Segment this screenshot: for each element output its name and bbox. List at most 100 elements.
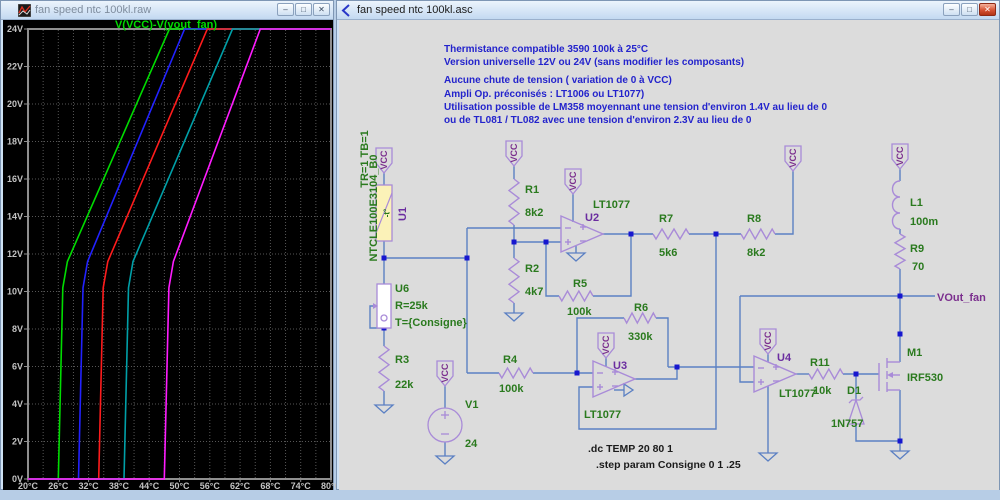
svg-text:L1: L1 (910, 197, 923, 209)
svg-text:R4: R4 (503, 354, 518, 366)
svg-text:18V: 18V (7, 137, 23, 147)
schematic-window-titlebar[interactable]: fan speed ntc 100kl.asc – □ ✕ (337, 1, 999, 20)
vcc-flag[interactable]: VCC (436, 360, 454, 388)
svg-text:T={Consigne}: T={Consigne} (395, 317, 468, 329)
pot-U6[interactable] (373, 283, 392, 329)
svg-text:2V: 2V (12, 437, 23, 447)
svg-text:8k2: 8k2 (525, 207, 543, 219)
svg-text:R=25k: R=25k (395, 300, 429, 312)
svg-text:U1: U1 (397, 207, 409, 221)
svg-text:R8: R8 (747, 213, 761, 225)
vcc-flags: VCC VCC VCC VCC VCC VCC VCC VCC (375, 140, 909, 388)
svg-text:VOut_fan: VOut_fan (937, 292, 986, 304)
svg-text:100m: 100m (910, 216, 938, 228)
schematic-window-icon (340, 3, 353, 17)
svg-text:1N757: 1N757 (831, 418, 863, 430)
vcc-flag[interactable]: VCC (505, 140, 523, 168)
svg-text:U4: U4 (777, 352, 792, 364)
svg-text:U3: U3 (613, 360, 627, 372)
svg-text:56°C: 56°C (200, 481, 221, 491)
svg-text:38°C: 38°C (109, 481, 130, 491)
svg-text:10k: 10k (813, 385, 832, 397)
schematic-wires[interactable] (369, 166, 935, 456)
svg-text:68°C: 68°C (260, 481, 281, 491)
voltage-source-V1[interactable] (427, 407, 463, 443)
svg-text:VCC: VCC (895, 146, 905, 166)
svg-text:NTCLE100E3104_B0: NTCLE100E3104_B0 (368, 154, 380, 261)
svg-text:50°C: 50°C (169, 481, 190, 491)
svg-text:44°C: 44°C (139, 481, 160, 491)
svg-text:R6: R6 (634, 302, 648, 314)
svg-text:ou de TL081 / TL082 avec une t: ou de TL081 / TL082 avec une tension d'e… (444, 115, 752, 126)
svg-text:IRF530: IRF530 (907, 372, 943, 384)
mosfet-M1[interactable] (878, 358, 900, 392)
close-button[interactable]: ✕ (979, 3, 996, 16)
minimize-button[interactable]: – (277, 3, 294, 16)
svg-text:6V: 6V (12, 362, 23, 372)
svg-text:100k: 100k (499, 383, 524, 395)
svg-text:VCC: VCC (440, 363, 450, 383)
svg-text:.dc TEMP 20 80 1: .dc TEMP 20 80 1 (588, 443, 673, 455)
svg-text:5k6: 5k6 (659, 247, 677, 259)
vcc-flag[interactable]: VCC (597, 332, 615, 360)
schematic-canvas[interactable]: VCC VCCVCCVCCVCC VCCVCCVCCTR=1 TB=1NTCLE10… (339, 20, 999, 490)
waveform-plot[interactable]: 24V22V20V18V16V14V12V10V8V6V4V2V0V20°C 26… (3, 19, 342, 491)
close-button[interactable]: ✕ (313, 3, 330, 16)
svg-text:VCC: VCC (379, 150, 389, 170)
ltspice-workspace: fan speed ntc 100kl.raw – □ ✕ 24V 22V 20V 1… (0, 0, 1000, 500)
svg-text:330k: 330k (628, 331, 653, 343)
svg-text:VCC: VCC (509, 143, 519, 163)
svg-text:20V: 20V (7, 99, 23, 109)
svg-text:R9: R9 (910, 243, 924, 255)
svg-text:Aucune chute de tension ( vari: Aucune chute de tension ( variation de 0… (444, 75, 672, 86)
svg-text:4V: 4V (12, 399, 23, 409)
svg-text:LT1077: LT1077 (584, 409, 621, 421)
svg-text:R3: R3 (395, 354, 409, 366)
svg-text:LT1077: LT1077 (593, 199, 630, 211)
maximize-button[interactable]: □ (295, 3, 312, 16)
svg-text:24: 24 (465, 438, 478, 450)
svg-text:VCC: VCC (788, 148, 798, 168)
svg-text:Version universelle 12V ou 24V: Version universelle 12V ou 24V (sans mod… (444, 57, 744, 68)
svg-text:32°C: 32°C (79, 481, 100, 491)
svg-text:U2: U2 (585, 212, 599, 224)
schematic-window-title: fan speed ntc 100kl.asc (357, 4, 473, 16)
svg-text:D1: D1 (847, 385, 861, 397)
svg-text:10V: 10V (7, 287, 23, 297)
svg-text:V1: V1 (465, 399, 478, 411)
svg-text:R5: R5 (573, 278, 587, 290)
vcc-flag[interactable]: VCC (759, 328, 777, 356)
waveform-window-titlebar[interactable]: fan speed ntc 100kl.raw – □ ✕ (1, 1, 333, 20)
svg-text:U6: U6 (395, 283, 409, 295)
svg-text:R1: R1 (525, 184, 539, 196)
schematic-labels: TR=1 TB=1NTCLE100E3104_B0 U1-t°U6R=25kT={… (359, 130, 986, 450)
inductor-L1[interactable] (891, 180, 901, 230)
svg-text:16V: 16V (7, 174, 23, 184)
comment-text: Thermistance compatible 3590 100k à 25°C… (444, 44, 827, 126)
svg-text:62°C: 62°C (230, 481, 251, 491)
svg-text:VCC: VCC (763, 331, 773, 351)
svg-text:26°C: 26°C (48, 481, 69, 491)
svg-text:LT1077: LT1077 (779, 388, 816, 400)
svg-text:100k: 100k (567, 306, 592, 318)
svg-text:20°C: 20°C (18, 481, 39, 491)
maximize-button[interactable]: □ (961, 3, 978, 16)
spice-directives: .dc TEMP 20 80 1 .step param Consigne 0 1… (588, 443, 741, 471)
svg-text:Ampli Op. préconisés : LT1006: Ampli Op. préconisés : LT1006 ou LT1077) (444, 89, 644, 100)
svg-text:Thermistance compatible 3590 1: Thermistance compatible 3590 100k à 25°C (444, 44, 648, 55)
svg-text:R7: R7 (659, 213, 673, 225)
vcc-flag[interactable]: VCC (564, 168, 582, 196)
svg-text:14V: 14V (7, 212, 23, 222)
svg-text:12V: 12V (7, 249, 23, 259)
vcc-flag[interactable]: VCC (891, 143, 909, 171)
svg-text:22V: 22V (7, 62, 23, 72)
vcc-flag[interactable]: VCC (784, 145, 802, 173)
svg-text:Utilisation possible de LM358: Utilisation possible de LM358 moyennant … (444, 102, 827, 113)
svg-text:70: 70 (912, 261, 924, 273)
waveform-window: fan speed ntc 100kl.raw – □ ✕ 24V 22V 20V 1… (0, 0, 342, 491)
minimize-button[interactable]: – (943, 3, 960, 16)
plot-legend[interactable]: V(VCC)-V(vout_fan) (115, 19, 217, 31)
svg-text:VCC: VCC (568, 171, 578, 191)
svg-text:R2: R2 (525, 263, 539, 275)
svg-text:M1: M1 (907, 347, 922, 359)
